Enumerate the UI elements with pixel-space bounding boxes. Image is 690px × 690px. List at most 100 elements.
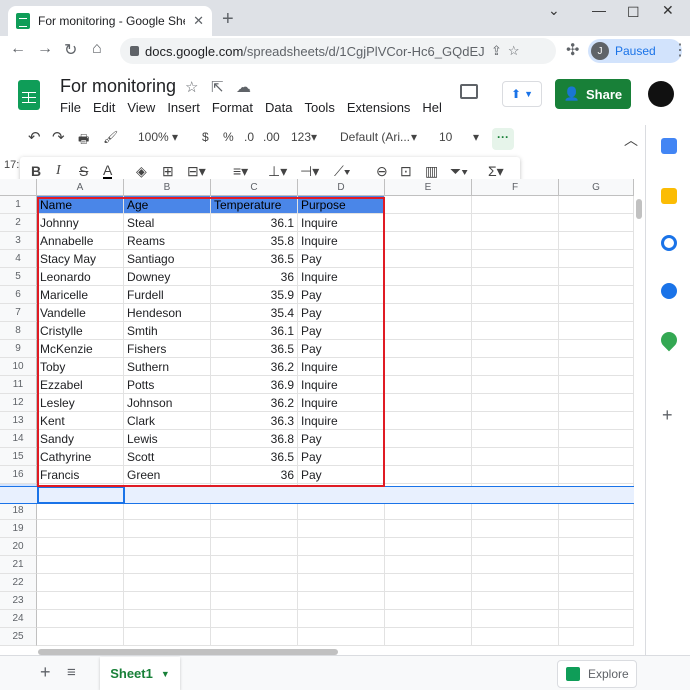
table-cell[interactable] — [472, 322, 559, 340]
table-cell[interactable]: Pay — [298, 466, 385, 484]
table-cell[interactable]: Inquire — [298, 394, 385, 412]
column-header-d[interactable]: D — [298, 179, 385, 196]
table-cell[interactable]: Annabelle — [37, 232, 124, 250]
table-cell[interactable] — [559, 340, 634, 358]
add-sheet-icon[interactable]: + — [40, 662, 51, 683]
table-cell[interactable]: Steal — [124, 214, 211, 232]
table-cell[interactable] — [472, 196, 559, 214]
table-cell[interactable]: Green — [124, 466, 211, 484]
row-header[interactable]: 24 — [0, 610, 37, 628]
browser-menu-icon[interactable]: ⋮ — [672, 40, 688, 60]
row-header[interactable]: 3 — [0, 232, 37, 250]
redo-icon[interactable]: ↷ — [52, 128, 65, 146]
row-header[interactable]: 25 — [0, 628, 37, 646]
more-options-button[interactable]: ··· — [492, 128, 514, 150]
row-header[interactable]: 5 — [0, 268, 37, 286]
chevron-down-icon[interactable]: ▾ — [411, 130, 417, 144]
menu-tools[interactable]: Tools — [304, 100, 334, 115]
table-cell[interactable] — [385, 502, 472, 520]
column-header-g[interactable]: G — [559, 179, 634, 196]
more-formats-button[interactable]: 123▾ — [291, 130, 317, 144]
table-cell[interactable]: Ezzabel — [37, 376, 124, 394]
table-cell[interactable] — [211, 592, 298, 610]
maximize-icon[interactable]: ☐ — [627, 4, 640, 21]
table-cell[interactable]: Maricelle — [37, 286, 124, 304]
filter-icon[interactable]: ⏷▾ — [450, 163, 468, 180]
sheet-tab[interactable]: Sheet1 ▼ — [100, 657, 180, 690]
sheets-logo-icon[interactable] — [18, 80, 40, 110]
home-icon[interactable]: ⌂ — [92, 40, 102, 58]
table-cell[interactable] — [385, 232, 472, 250]
table-cell[interactable]: 36.1 — [211, 322, 298, 340]
table-cell[interactable] — [298, 538, 385, 556]
profile-button[interactable]: J Paused — [588, 39, 682, 63]
table-cell[interactable] — [37, 556, 124, 574]
table-cell[interactable] — [211, 520, 298, 538]
undo-icon[interactable]: ↶ — [28, 128, 41, 146]
table-cell[interactable]: Toby — [37, 358, 124, 376]
table-cell[interactable]: Stacy May — [37, 250, 124, 268]
row-header[interactable]: 16 — [0, 466, 37, 484]
table-cell[interactable] — [211, 502, 298, 520]
table-cell[interactable] — [124, 502, 211, 520]
table-cell[interactable] — [385, 610, 472, 628]
table-cell[interactable]: 36.3 — [211, 412, 298, 430]
table-cell[interactable]: Pay — [298, 448, 385, 466]
table-cell[interactable]: Suthern — [124, 358, 211, 376]
menu-view[interactable]: View — [127, 100, 155, 115]
text-rotation-icon[interactable]: ⟋▾ — [334, 163, 351, 180]
table-cell[interactable]: Furdell — [124, 286, 211, 304]
name-box[interactable]: 17: — [4, 159, 19, 171]
table-cell[interactable] — [472, 448, 559, 466]
fill-color-icon[interactable]: ◈ — [136, 163, 147, 180]
table-cell[interactable]: Cathyrine — [37, 448, 124, 466]
table-cell[interactable] — [298, 610, 385, 628]
table-cell[interactable] — [124, 592, 211, 610]
table-cell[interactable] — [211, 610, 298, 628]
row-header[interactable]: 15 — [0, 448, 37, 466]
menu-edit[interactable]: Edit — [93, 100, 115, 115]
table-cell[interactable]: Hendeson — [124, 304, 211, 322]
currency-button[interactable]: $ — [202, 130, 209, 144]
row-header[interactable]: 18 — [0, 502, 37, 520]
column-header-e[interactable]: E — [385, 179, 472, 196]
increase-decimal-button[interactable]: .00 — [263, 130, 280, 144]
star-icon[interactable]: ☆ — [185, 78, 198, 96]
table-cell[interactable] — [298, 628, 385, 646]
table-cell[interactable] — [385, 250, 472, 268]
collapse-icon[interactable]: ︿ — [624, 130, 638, 150]
table-cell[interactable] — [385, 412, 472, 430]
table-cell[interactable] — [472, 304, 559, 322]
new-tab-button[interactable]: + — [222, 8, 234, 31]
table-cell[interactable] — [385, 448, 472, 466]
column-header-b[interactable]: B — [124, 179, 211, 196]
extensions-icon[interactable]: ✣ — [566, 40, 579, 60]
comment-icon[interactable] — [460, 84, 478, 99]
table-cell[interactable] — [472, 520, 559, 538]
italic-icon[interactable]: I — [56, 163, 61, 179]
table-cell[interactable] — [472, 376, 559, 394]
table-cell[interactable] — [472, 430, 559, 448]
table-cell[interactable] — [559, 232, 634, 250]
table-cell[interactable] — [559, 304, 634, 322]
present-button[interactable]: ⬆ ▼ — [502, 81, 542, 107]
table-cell[interactable]: Pay — [298, 430, 385, 448]
table-cell[interactable]: Scott — [124, 448, 211, 466]
table-cell[interactable]: Inquire — [298, 232, 385, 250]
forward-icon[interactable]: → — [37, 40, 53, 58]
merge-cells-icon[interactable]: ⊟▾ — [187, 163, 206, 180]
table-cell[interactable] — [385, 520, 472, 538]
table-cell[interactable] — [559, 466, 634, 484]
row-header[interactable]: 13 — [0, 412, 37, 430]
table-cell[interactable] — [385, 592, 472, 610]
header-cell[interactable]: Age — [124, 196, 211, 214]
table-cell[interactable]: 36 — [211, 466, 298, 484]
table-cell[interactable] — [211, 628, 298, 646]
table-cell[interactable] — [472, 232, 559, 250]
table-cell[interactable] — [559, 610, 634, 628]
table-cell[interactable] — [559, 358, 634, 376]
header-cell[interactable]: Name — [37, 196, 124, 214]
select-all-corner[interactable] — [0, 179, 37, 196]
menu-data[interactable]: Data — [265, 100, 292, 115]
row-header[interactable]: 8 — [0, 322, 37, 340]
